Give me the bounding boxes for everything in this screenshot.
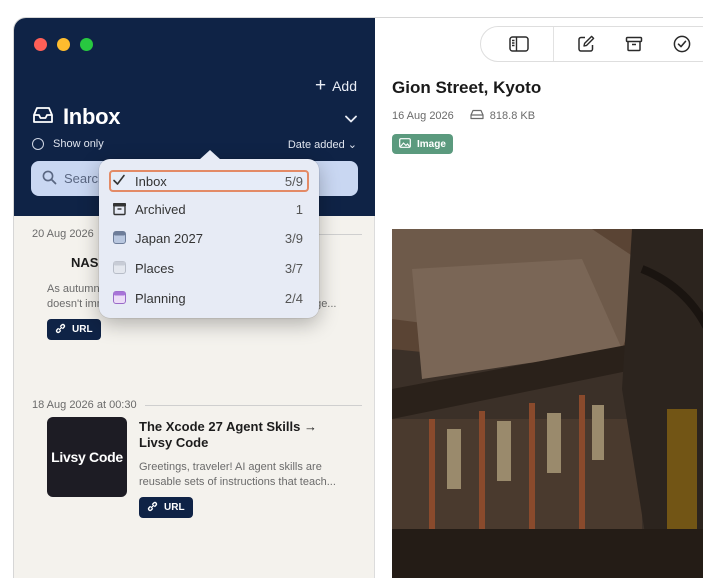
close-window-button[interactable]	[34, 38, 47, 51]
list-item-thumbnail[interactable]: Livsy Code	[47, 417, 127, 497]
list-item-description: reusable sets of instructions that teach…	[139, 476, 336, 488]
menu-item-count: 3/7	[284, 261, 303, 276]
menu-item-label: Japan 2027	[135, 231, 203, 246]
zoom-window-button[interactable]	[80, 38, 93, 51]
list-item-title[interactable]: Livsy Code	[139, 435, 208, 451]
menu-item-label: Planning	[135, 291, 186, 306]
menu-item-count: 5/9	[284, 174, 303, 189]
menu-item-inbox[interactable]: Inbox 5/9	[109, 170, 309, 192]
archive-box-icon	[112, 201, 127, 219]
date-label: 20 Aug 2026	[32, 228, 94, 240]
inbox-tray-icon	[32, 106, 54, 129]
date-label: 18 Aug 2026 at 00:30	[32, 399, 137, 411]
url-badge-label: URL	[164, 502, 185, 513]
image-badge-label: Image	[417, 138, 446, 150]
url-badge[interactable]: URL	[139, 497, 193, 518]
menu-item-count: 3/9	[284, 231, 303, 246]
archive-icon[interactable]	[625, 35, 643, 58]
image-badge: Image	[392, 134, 453, 154]
collection-menu-popover: Inbox 5/9 Archived 1 Japan 2027 3/9 Plac…	[99, 150, 319, 318]
collection-title[interactable]: Inbox	[32, 104, 120, 130]
menu-item-count: 2/4	[284, 291, 303, 306]
photo-icon	[399, 137, 411, 151]
menu-item-label: Archived	[135, 202, 186, 217]
add-button-label: Add	[332, 78, 357, 94]
add-button[interactable]: + Add	[314, 75, 357, 96]
url-badge-label: URL	[72, 324, 93, 335]
detail-size: 818.8 KB	[489, 110, 536, 122]
detail-photo[interactable]	[392, 229, 703, 578]
list-item-description: Greetings, traveler! AI agent skills are	[139, 461, 322, 473]
detail-meta: 16 Aug 2026 818.8 KB	[392, 109, 535, 123]
toolbar-divider	[553, 27, 554, 61]
folder-icon	[112, 230, 127, 248]
list-item-title[interactable]: The Xcode 27 Agent Skills →	[139, 419, 317, 435]
detail-title: Gion Street, Kyoto	[392, 78, 542, 97]
menu-item-label: Places	[135, 261, 175, 276]
compose-icon[interactable]	[577, 35, 595, 58]
show-only-radio[interactable]	[32, 138, 44, 150]
folder-icon	[112, 290, 127, 308]
toolbar	[480, 26, 703, 62]
checkmark-icon	[112, 173, 126, 190]
menu-item-count: 1	[295, 202, 303, 217]
link-icon	[147, 501, 158, 515]
filter-row: Show only Date added ⌄	[32, 137, 357, 155]
date-separator: 18 Aug 2026 at 00:30	[32, 399, 362, 411]
menu-item-japan-2027[interactable]: Japan 2027 3/9	[109, 227, 309, 249]
plus-icon: +	[314, 75, 327, 96]
search-icon	[42, 170, 57, 190]
chevron-down-icon[interactable]	[345, 110, 357, 128]
menu-item-planning[interactable]: Planning 2/4	[109, 287, 309, 309]
divider	[144, 404, 362, 406]
sort-label: Date added	[287, 139, 345, 151]
detail-date: 16 Aug 2026	[392, 110, 454, 122]
url-badge[interactable]: URL	[47, 319, 101, 340]
popover-arrow	[199, 150, 221, 160]
sort-menu[interactable]: Date added ⌄	[288, 138, 357, 151]
menu-item-label: Inbox	[135, 174, 167, 189]
thumbnail-logo-text: Livsy Code	[51, 449, 123, 465]
app-window: + Add Inbox Show only Date added ⌄ Searc…	[14, 18, 703, 578]
minimize-window-button[interactable]	[57, 38, 70, 51]
menu-item-archived[interactable]: Archived 1	[109, 198, 309, 220]
menu-item-places[interactable]: Places 3/7	[109, 257, 309, 279]
link-icon	[55, 323, 66, 337]
checkmark-circle-icon[interactable]	[673, 35, 691, 58]
folder-icon	[112, 260, 127, 278]
show-only-label: Show only	[53, 138, 104, 150]
sidebar-toggle-icon[interactable]	[509, 35, 529, 58]
storage-icon	[470, 109, 484, 123]
collection-title-label: Inbox	[63, 104, 121, 129]
